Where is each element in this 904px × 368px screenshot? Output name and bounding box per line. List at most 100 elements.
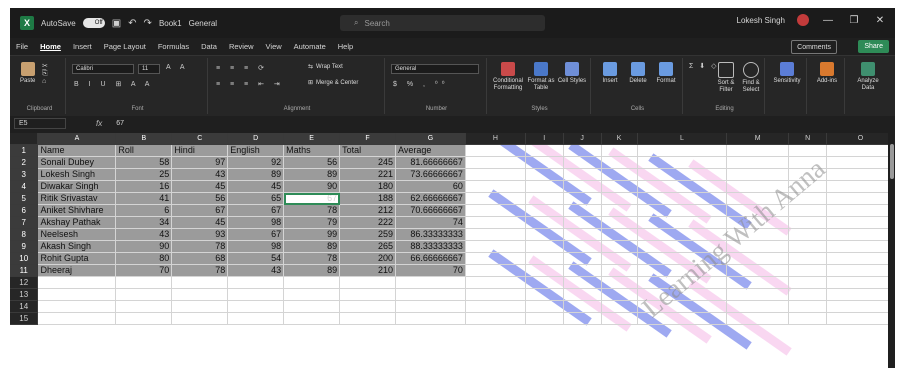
cell-k5[interactable] [601,192,638,206]
column-header-n[interactable]: N [788,133,828,146]
cell-e14[interactable] [283,300,341,314]
cell-h13[interactable] [465,288,526,302]
cell-j6[interactable] [563,204,602,218]
cell-h12[interactable] [465,276,526,290]
row-header[interactable]: 1 [10,144,39,158]
column-header-o[interactable]: O [826,133,895,146]
column-header-k[interactable]: K [601,133,638,146]
number-format-select[interactable]: General [391,64,479,74]
cell-k11[interactable] [601,264,638,278]
cell-d15[interactable] [227,312,285,326]
user-name[interactable]: Lokesh Singh [737,16,785,25]
cell-n6[interactable] [788,204,828,218]
cell-b5[interactable]: 41 [115,192,173,206]
cell-k12[interactable] [601,276,638,290]
cell-a7[interactable]: Akshay Pathak [37,216,117,230]
cell-i3[interactable] [525,168,564,182]
cell-l11[interactable] [637,264,728,278]
cell-f7[interactable]: 222 [339,216,396,230]
cell-grid[interactable]: ABCDEFGHIJKLMNO 1 Name Roll Hindi English Mat… [10,133,895,326]
cell-m11[interactable] [726,264,790,278]
cell-c1[interactable]: Hindi [171,144,229,158]
cell-j13[interactable] [563,288,602,302]
cell-e4[interactable]: 90 [283,180,341,194]
cell-c7[interactable]: 45 [171,216,229,230]
cell-m15[interactable] [726,312,790,326]
cell-e6[interactable]: 78 [283,204,341,218]
cell-j8[interactable] [563,228,602,242]
row-header[interactable]: 2 [10,156,39,170]
column-header-g[interactable]: G [395,133,466,146]
cell-g6[interactable]: 70.66666667 [395,204,466,218]
cell-n13[interactable] [788,288,828,302]
row-header[interactable]: 8 [10,228,39,242]
cell-i6[interactable] [525,204,564,218]
cell-j14[interactable] [563,300,602,314]
restore-icon[interactable]: ❐ [847,15,861,26]
cell-e15[interactable] [283,312,341,326]
column-header-e[interactable]: E [283,133,341,146]
cell-j2[interactable] [563,156,602,170]
cell-c9[interactable]: 78 [171,240,229,254]
sort-filter-button[interactable]: Sort & Filter [715,62,737,93]
row-header[interactable]: 12 [10,276,39,290]
search-box[interactable]: ⌕ Search [340,15,545,31]
conditional-formatting-button[interactable]: Conditional Formatting [491,62,525,91]
cell-h15[interactable] [465,312,526,326]
avatar[interactable] [797,14,809,26]
cell-o10[interactable] [826,252,895,266]
cell-c5[interactable]: 56 [171,192,229,206]
cell-g3[interactable]: 73.66666667 [395,168,466,182]
row-header[interactable]: 13 [10,288,39,302]
cell-e2[interactable]: 56 [283,156,341,170]
cell-h6[interactable] [465,204,526,218]
cell-b6[interactable]: 6 [115,204,173,218]
cell-h3[interactable] [465,168,526,182]
row-header[interactable]: 7 [10,216,39,230]
cell-d3[interactable]: 89 [227,168,285,182]
align-icons[interactable]: ≡ ≡ ≡ ⟳ [216,64,268,72]
row-header[interactable]: 9 [10,240,39,254]
cell-l12[interactable] [637,276,728,290]
font-name-select[interactable]: Calibri [72,64,134,74]
tab-automate[interactable]: Automate [288,42,332,51]
cell-styles-button[interactable]: Cell Styles [557,62,587,85]
cell-a11[interactable]: Dheeraj [37,264,117,278]
cell-f11[interactable]: 210 [339,264,396,278]
column-header-m[interactable]: M [726,133,790,146]
column-header-b[interactable]: B [115,133,173,146]
cell-a9[interactable]: Akash Singh [37,240,117,254]
column-header-c[interactable]: C [171,133,229,146]
cut-copy-icons[interactable]: ✂ ⎘ ⌂ [42,62,65,85]
cell-f4[interactable]: 180 [339,180,396,194]
cell-d11[interactable]: 43 [227,264,285,278]
tab-review[interactable]: Review [223,42,260,51]
cell-o5[interactable] [826,192,895,206]
cell-m4[interactable] [726,180,790,194]
cell-g15[interactable] [395,312,466,326]
cell-h5[interactable] [465,192,526,206]
cell-o12[interactable] [826,276,895,290]
cell-l10[interactable] [637,252,728,266]
cell-h4[interactable] [465,180,526,194]
cell-e10[interactable]: 78 [283,252,341,266]
cell-h11[interactable] [465,264,526,278]
row-header[interactable]: 3 [10,168,39,182]
column-header-l[interactable]: L [637,133,728,146]
cell-b14[interactable] [115,300,173,314]
cell-l9[interactable] [637,240,728,254]
autosave-toggle[interactable]: Off [82,18,105,28]
number-format-icons[interactable]: $ % , ⁰⁰ [393,80,449,88]
cell-g9[interactable]: 88.33333333 [395,240,466,254]
cell-n3[interactable] [788,168,828,182]
cell-i4[interactable] [525,180,564,194]
cell-e9[interactable]: 89 [283,240,341,254]
cell-i2[interactable] [525,156,564,170]
cell-l6[interactable] [637,204,728,218]
font-grow-shrink-icons[interactable]: A A [166,64,189,71]
cell-b3[interactable]: 25 [115,168,173,182]
cell-k2[interactable] [601,156,638,170]
cell-a3[interactable]: Lokesh Singh [37,168,117,182]
cell-h10[interactable] [465,252,526,266]
cell-o2[interactable] [826,156,895,170]
